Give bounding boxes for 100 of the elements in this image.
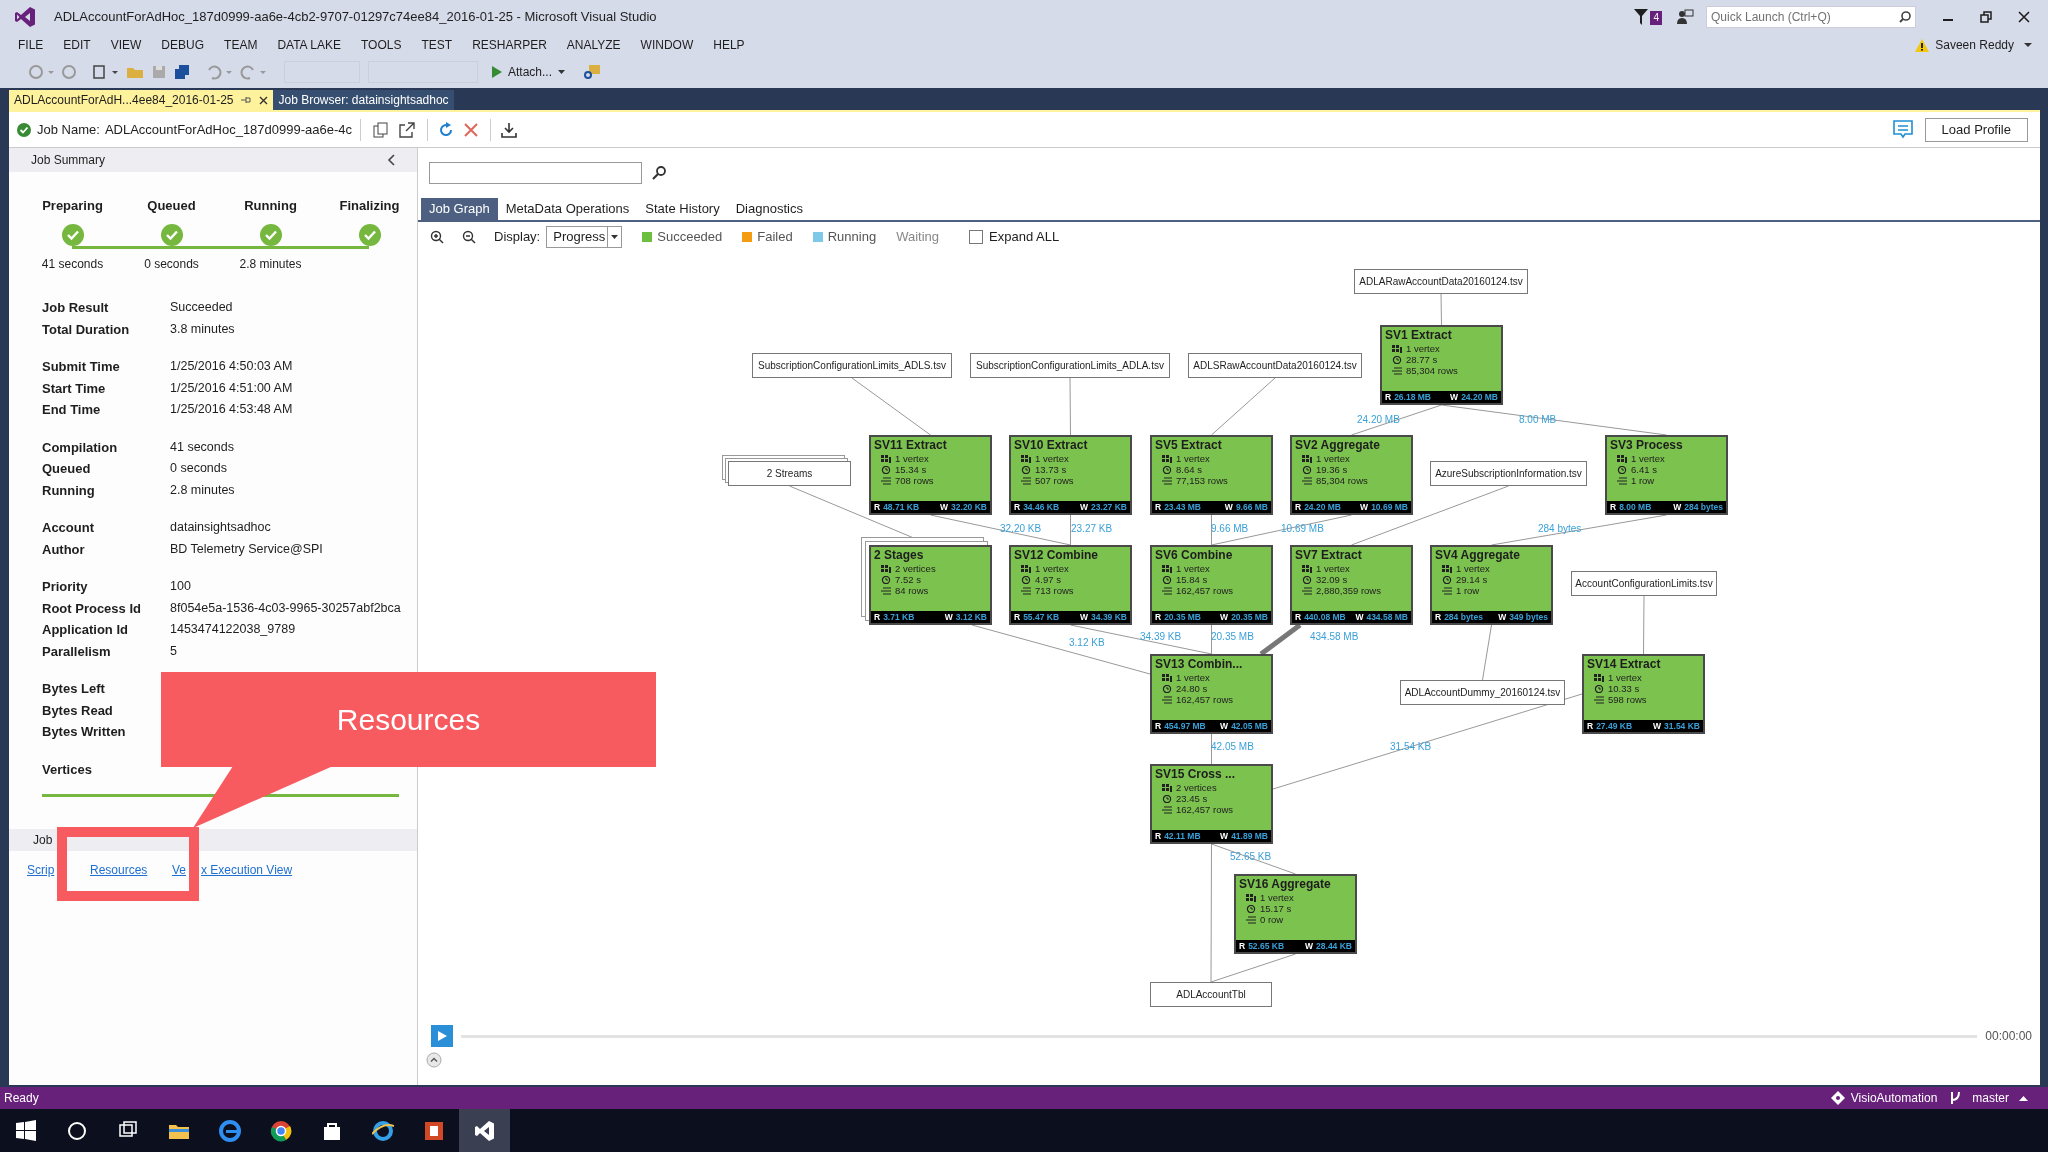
file-node[interactable]: ADLAccountTbl [1150,982,1272,1007]
menu-item[interactable]: TEST [413,36,461,54]
field-label: Job Result [42,299,110,317]
stage-node[interactable]: SV4 Aggregate 1 vertex 29.14 s 1 row R 284 bytes W 349 bytes [1430,545,1553,625]
zoom-out-icon[interactable] [462,230,476,244]
zoom-in-icon[interactable] [430,230,444,244]
menu-item[interactable]: VIEW [102,36,150,54]
stage-node[interactable]: SV10 Extract 1 vertex 13.73 s 507 rows R 34.46 KB W 23.27 KB [1009,435,1132,515]
menu-item[interactable]: RESHARPER [464,36,555,54]
stage-node[interactable]: SV15 Cross ... 2 vertices 23.45 s 162,457 rows R 42.11 MB W 41.89 MB [1150,764,1273,844]
write-value: 10.69 MB [1371,500,1408,514]
callout-text: Resources [336,702,481,738]
menu-item[interactable]: DEBUG [153,36,213,54]
caret-up-icon[interactable] [2019,1095,2028,1101]
menu-item[interactable]: FILE [10,36,52,54]
file-node[interactable]: SubscriptionConfigurationLimits_ADLS.tsv [752,353,952,378]
stage-node[interactable]: SV11 Extract 1 vertex 15.34 s 708 rows R 48.71 KB W 32.20 KB [869,435,992,515]
stage-node[interactable]: SV5 Extract 1 vertex 8.64 s 77,153 rows R 23.43 MB W 9.66 MB [1150,435,1273,515]
close-icon[interactable] [259,95,269,105]
user-name[interactable]: Saveen Reddy [1935,36,2014,54]
tab[interactable]: Diagnostics [727,198,811,220]
file-node[interactable]: ADLSRawAccountData20160124.tsv [1188,353,1362,378]
restore-icon[interactable] [1980,11,1992,23]
copy-icon[interactable] [373,121,390,138]
search-icon[interactable] [652,166,666,180]
find-icon[interactable] [583,64,602,80]
file-node[interactable]: AzureSubscriptionInformation.tsv [1430,461,1587,486]
open-external-icon[interactable] [399,121,416,138]
stage-node[interactable]: SV12 Combine 1 vertex 4.97 s 713 rows R 55.47 KB W 34.39 KB [1009,545,1132,625]
globe-icon[interactable] [269,1119,292,1142]
stage-duration: 19.36 s [1316,464,1348,475]
load-profile-button[interactable]: Load Profile [1924,117,2028,142]
stage-row-count: 708 rows [895,475,934,486]
vertex-icon [1162,454,1172,463]
download-icon[interactable] [501,121,518,138]
clock-icon [1021,465,1031,474]
browser-icon[interactable] [218,1119,241,1142]
new-project-icon[interactable] [92,64,118,80]
menu-item[interactable]: WINDOW [632,36,702,54]
quick-launch-field[interactable]: Quick Launch (Ctrl+Q) [1706,6,1916,28]
step-label: Preparing [42,197,103,215]
stage-node[interactable]: SV6 Combine 1 vertex 15.84 s 162,457 rows R 20.35 MB W 20.35 MB [1150,545,1273,625]
file-node[interactable]: ADLARawAccountData20160124.tsv [1354,269,1528,294]
read-value: 3.71 KB [883,610,915,624]
rows-icon [1442,586,1452,595]
save-all-icon[interactable] [174,64,190,80]
link[interactable]: Resources [90,863,148,877]
display-dropdown[interactable]: Progress [546,226,623,248]
attach-button[interactable]: Attach... [492,63,566,81]
link[interactable]: x Execution View [201,863,293,877]
menu-item[interactable]: HELP [705,36,753,54]
stage-node[interactable]: SV13 Combin... 1 vertex 24.80 s 162,457 rows R 454.97 MB W 42.05 MB [1150,654,1273,734]
tab[interactable]: MetaData Operations [497,198,638,220]
close-icon[interactable] [2018,11,2030,23]
search-icon[interactable] [65,1119,88,1142]
stage-node[interactable]: SV1 Extract 1 vertex 28.77 s 85,304 rows R 26.18 MB W 24.20 MB [1380,325,1503,405]
tab[interactable]: State History [637,198,728,220]
stage-node[interactable]: SV7 Extract 1 vertex 32.09 s 2,880,359 rows R 440.08 MB W 434.58 MB [1290,545,1413,625]
menu-item[interactable]: TEAM [216,36,266,54]
chat-icon[interactable] [1892,119,1913,140]
menu-item[interactable]: ANALYZE [558,36,629,54]
clock-icon [1302,575,1312,584]
menu-item[interactable]: EDIT [55,36,99,54]
checkbox[interactable] [969,230,984,244]
stage-node[interactable]: SV2 Aggregate 1 vertex 19.36 s 85,304 rows R 24.20 MB W 10.69 MB [1290,435,1413,515]
file-node[interactable]: ADLAccountDummy_20160124.tsv [1400,680,1565,705]
cancel-icon[interactable] [464,122,479,137]
stage-node[interactable]: SV16 Aggregate 1 vertex 15.17 s 0 row R 52.65 KB W 28.44 KB [1234,874,1357,954]
file-node[interactable]: SubscriptionConfigurationLimits_ADLA.tsv [970,353,1170,378]
collapse-icon[interactable] [387,154,395,166]
play-button[interactable] [431,1025,453,1047]
stage-node[interactable]: SV14 Extract 1 vertex 10.33 s 598 rows R 27.49 KB W 31.54 KB [1582,654,1705,734]
windows-logo-icon[interactable] [14,1119,37,1142]
document-tab[interactable]: Job Browser: datainsightsadhoc [273,90,454,110]
file-node[interactable]: AccountConfigurationLimits.tsv [1571,571,1717,596]
search-field[interactable] [429,162,642,184]
browser-icon[interactable] [371,1119,394,1142]
vertex-icon [1617,454,1627,463]
document-tab[interactable]: ADLAccountForAdH...4ee84_2016-01-25 [9,90,274,110]
stage-node[interactable]: SV3 Process 1 vertex 6.41 s 1 row R 8.00 MB W 284 bytes [1605,435,1728,515]
branch-name[interactable]: master [1972,1089,2009,1107]
menu-item[interactable]: TOOLS [353,36,410,54]
caret-icon[interactable] [2024,42,2032,48]
feedback-icon[interactable] [1676,9,1694,25]
search-icon[interactable] [1899,11,1911,23]
refresh-icon[interactable] [438,121,455,138]
link[interactable]: Ve [172,863,186,877]
stage-vertex-count: 1 vertex [1035,563,1069,574]
link[interactable]: Scrip [27,863,55,877]
pin-icon[interactable] [241,96,252,104]
edge-label: 52.65 KB [1230,851,1272,863]
filter-icon[interactable] [1634,9,1648,25]
menu-item[interactable]: DATA LAKE [269,36,349,54]
repository-name[interactable]: VisioAutomation [1850,1089,1938,1107]
tab[interactable]: Job Graph [421,198,498,220]
scroll-up-icon[interactable] [426,1052,442,1068]
vs-logo-icon[interactable] [473,1119,496,1142]
presentation-icon[interactable] [422,1119,445,1142]
stage-node[interactable]: 2 Stages 2 vertices 7.52 s 84 rows R 3.71 KB W 3.12 KB [869,545,992,625]
streams-node[interactable]: 2 Streams [728,461,851,486]
